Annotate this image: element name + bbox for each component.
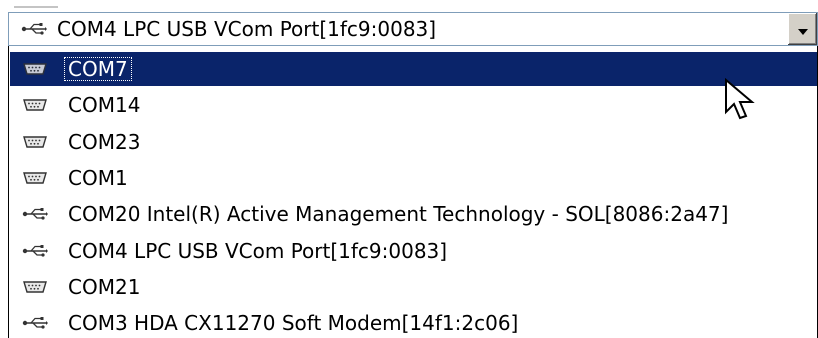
chevron-down-icon	[797, 20, 808, 39]
usb-icon	[10, 316, 56, 330]
port-list-item-label: COM7	[64, 57, 132, 81]
port-list-item-label: COM23	[68, 129, 141, 154]
port-list-item-label: COM1	[68, 165, 128, 190]
port-list-item-label: COM21	[68, 274, 141, 299]
serial-port-icon	[10, 171, 56, 185]
port-list-item[interactable]: COM3 HDA CX11270 Soft Modem[14f1:2c06]	[10, 306, 817, 338]
port-list-item[interactable]: COM20 Intel(R) Active Management Technol…	[10, 197, 817, 231]
port-selector: COM4 LPC USB VCom Port[1fc9:0083] COM7 CO…	[0, 0, 818, 338]
port-list-item-label: COM4 LPC USB VCom Port[1fc9:0083]	[68, 238, 448, 263]
port-list-item-label: COM20 Intel(R) Active Management Technol…	[68, 202, 729, 227]
mouse-pointer-icon	[724, 77, 760, 128]
port-list-item[interactable]: COM7	[10, 52, 817, 86]
serial-port-icon	[10, 62, 56, 76]
clipped-label-fragment	[14, 0, 58, 8]
serial-port-icon	[10, 98, 56, 112]
serial-port-icon	[10, 280, 56, 294]
port-list-item-label: COM3 HDA CX11270 Soft Modem[14f1:2c06]	[68, 311, 519, 336]
usb-icon	[10, 207, 56, 221]
port-list-item-label: COM14	[68, 93, 141, 118]
combobox-selected-value: COM4 LPC USB VCom Port[1fc9:0083]	[21, 13, 436, 45]
dropdown-button[interactable]	[787, 13, 817, 45]
serial-port-icon	[10, 135, 56, 149]
port-list-item[interactable]: COM4 LPC USB VCom Port[1fc9:0083]	[10, 234, 817, 268]
clipped-label-row	[0, 0, 818, 8]
usb-icon	[10, 244, 56, 258]
combobox-selected-label: COM4 LPC USB VCom Port[1fc9:0083]	[57, 17, 437, 41]
port-combobox[interactable]: COM4 LPC USB VCom Port[1fc9:0083]	[8, 12, 818, 46]
port-dropdown-list: COM7 COM14 COM23 COM1 COM20 Intel(R) Active …	[8, 46, 818, 338]
port-list-item[interactable]: COM1	[10, 161, 817, 195]
port-list-item[interactable]: COM14	[10, 88, 817, 122]
port-list-item[interactable]: COM23	[10, 125, 817, 159]
usb-icon	[21, 13, 47, 45]
port-list-item[interactable]: COM21	[10, 270, 817, 304]
